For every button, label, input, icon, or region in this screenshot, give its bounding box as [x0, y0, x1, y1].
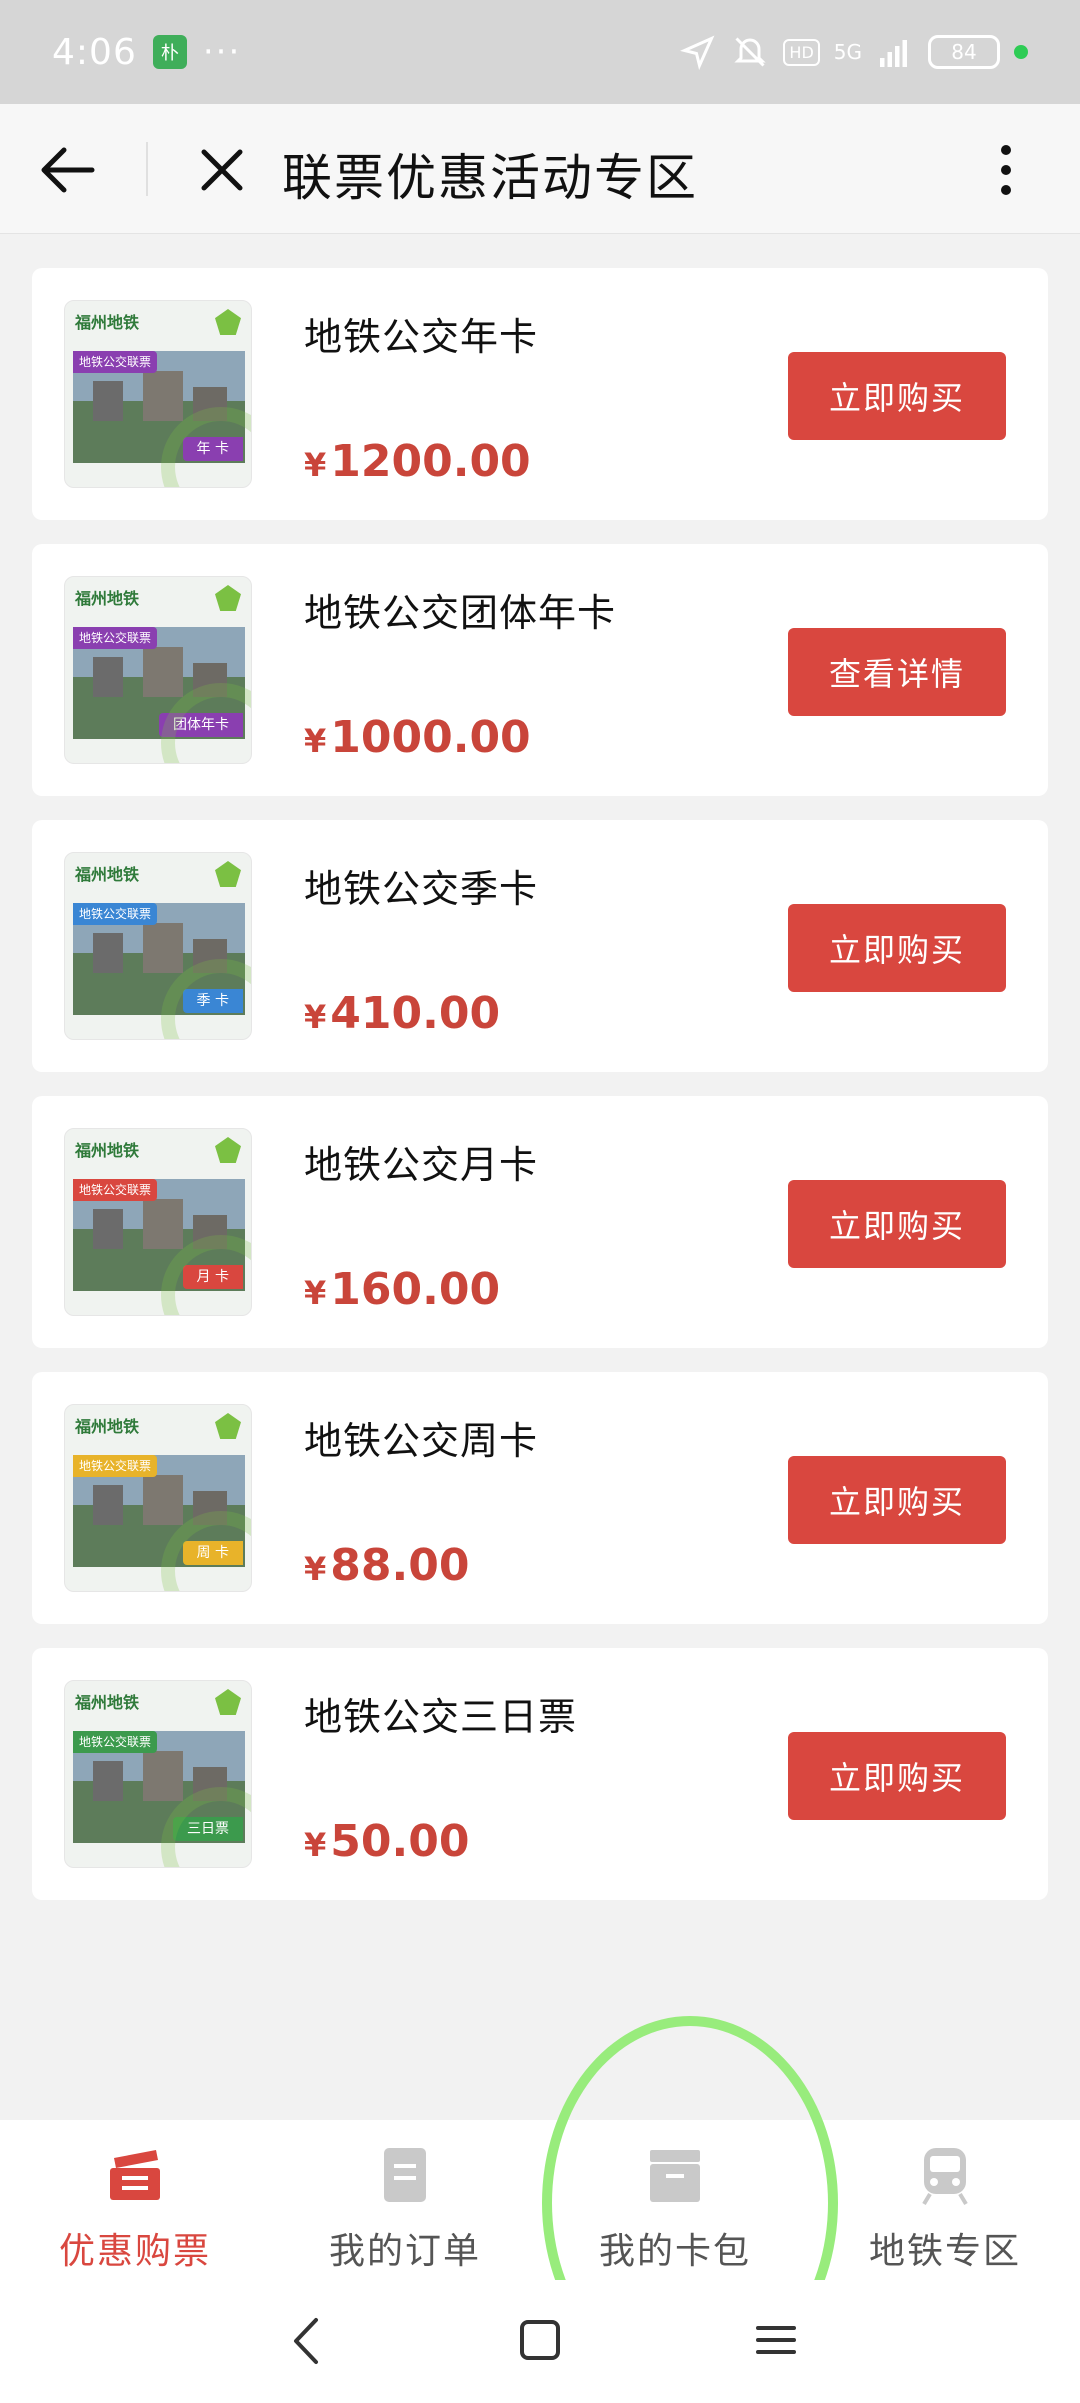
product-thumbnail: 福州地铁 地铁公交联票 三日票: [64, 1680, 252, 1868]
tab-metro-zone[interactable]: 地铁专区: [810, 2120, 1080, 2280]
currency-symbol: ¥: [304, 446, 327, 484]
badge-icon: [215, 861, 241, 887]
thumb-strip-label: 地铁公交联票: [73, 1179, 158, 1201]
status-dot: [1014, 45, 1028, 59]
tab-label: 地铁专区: [868, 2231, 1021, 2272]
product-price: ¥1200.00: [304, 436, 531, 487]
thumb-strip-label: 地铁公交联票: [73, 903, 158, 925]
tab-discount-tickets[interactable]: 优惠购票: [0, 2120, 270, 2280]
metro-logo: 福州地铁: [75, 865, 140, 884]
tab-label: 优惠购票: [58, 2231, 211, 2272]
metro-logo: 福州地铁: [75, 313, 140, 332]
back-arrow-icon[interactable]: [36, 138, 100, 202]
more-notifications-icon: ···: [202, 32, 242, 72]
currency-symbol: ¥: [304, 1550, 327, 1588]
mute-icon: [731, 33, 769, 71]
product-thumbnail: 福州地铁 地铁公交联票 周 卡: [64, 1404, 252, 1592]
buy-now-button[interactable]: 立即购买: [788, 904, 1006, 992]
product-price: ¥160.00: [304, 1264, 500, 1315]
product-title: 地铁公交月卡: [304, 1143, 539, 1187]
price-value: 88.00: [330, 1540, 470, 1591]
badge-icon: [215, 309, 241, 335]
product-thumbnail: 福州地铁 地铁公交联票 季 卡: [64, 852, 252, 1040]
system-nav-bar: [0, 2280, 1080, 2403]
price-value: 1200.00: [330, 436, 531, 487]
badge-icon: [215, 1137, 241, 1163]
battery-icon: 84: [928, 35, 1000, 69]
product-card[interactable]: 福州地铁 地铁公交联票 季 卡 地铁公交季卡 ¥410.00 立即购买: [32, 820, 1048, 1072]
signal-bars-icon: [876, 33, 914, 71]
close-icon[interactable]: [192, 140, 252, 200]
product-title: 地铁公交三日票: [304, 1695, 578, 1739]
price-value: 1000.00: [330, 712, 531, 763]
bottom-tab-bar: 优惠购票 我的订单 我的卡包 地铁专区: [0, 2120, 1080, 2280]
product-price: ¥410.00: [304, 988, 500, 1039]
metro-logo: 福州地铁: [75, 1417, 140, 1436]
badge-icon: [215, 1689, 241, 1715]
product-title: 地铁公交周卡: [304, 1419, 539, 1463]
view-details-button[interactable]: 查看详情: [788, 628, 1006, 716]
metro-logo: 福州地铁: [75, 589, 140, 608]
product-thumbnail: 福州地铁 地铁公交联票 团体年卡: [64, 576, 252, 764]
nav-divider: [146, 142, 148, 196]
currency-symbol: ¥: [304, 1274, 327, 1312]
product-price: ¥50.00: [304, 1816, 469, 1867]
product-title: 地铁公交团体年卡: [304, 591, 617, 635]
hd-badge: HD: [783, 38, 820, 66]
buy-now-button[interactable]: 立即购买: [788, 352, 1006, 440]
system-home-icon[interactable]: [516, 2316, 564, 2364]
currency-symbol: ¥: [304, 998, 327, 1036]
price-value: 160.00: [330, 1264, 501, 1315]
product-card[interactable]: 福州地铁 地铁公交联票 周 卡 地铁公交周卡 ¥88.00 立即购买: [32, 1372, 1048, 1624]
buy-now-button[interactable]: 立即购买: [788, 1456, 1006, 1544]
product-title: 地铁公交季卡: [304, 867, 539, 911]
signal-label: 5G: [833, 40, 862, 64]
product-price: ¥1000.00: [304, 712, 531, 763]
currency-symbol: ¥: [304, 1826, 327, 1864]
badge-icon: [215, 585, 241, 611]
price-value: 50.00: [330, 1816, 470, 1867]
thumb-strip-label: 地铁公交联票: [73, 627, 158, 649]
system-back-icon[interactable]: [286, 2314, 326, 2368]
more-options-icon[interactable]: [984, 138, 1028, 202]
ticket-icon: [110, 2150, 160, 2200]
buy-now-button[interactable]: 立即购买: [788, 1732, 1006, 1820]
thumb-strip-label: 地铁公交联票: [73, 1731, 158, 1753]
status-time: 4:06: [52, 31, 137, 73]
product-card[interactable]: 福州地铁 地铁公交联票 月 卡 地铁公交月卡 ¥160.00 立即购买: [32, 1096, 1048, 1348]
product-thumbnail: 福州地铁 地铁公交联票 月 卡: [64, 1128, 252, 1316]
product-thumbnail: 福州地铁 地铁公交联票 年 卡: [64, 300, 252, 488]
product-card[interactable]: 福州地铁 地铁公交联票 三日票 地铁公交三日票 ¥50.00 立即购买: [32, 1648, 1048, 1900]
metro-logo: 福州地铁: [75, 1141, 140, 1160]
product-title: 地铁公交年卡: [304, 315, 539, 359]
status-bar: 4:06 朴 ··· HD 5G 84: [0, 0, 1080, 104]
tab-label: 我的订单: [328, 2231, 481, 2272]
location-icon: [679, 33, 717, 71]
status-right: HD 5G 84: [679, 33, 1028, 71]
train-icon: [922, 2148, 968, 2206]
badge-icon: [215, 1413, 241, 1439]
currency-symbol: ¥: [304, 722, 327, 760]
buy-now-button[interactable]: 立即购买: [788, 1180, 1006, 1268]
order-icon: [384, 2148, 426, 2202]
thumb-strip-label: 地铁公交联票: [73, 351, 158, 373]
tab-my-orders[interactable]: 我的订单: [270, 2120, 540, 2280]
page-title: 联票优惠活动专区: [282, 149, 698, 207]
app-notification-icon: 朴: [152, 35, 187, 69]
product-price: ¥88.00: [304, 1540, 469, 1591]
status-left: 4:06 朴 ···: [52, 32, 241, 73]
system-menu-icon[interactable]: [752, 2320, 800, 2360]
product-card[interactable]: 福州地铁 地铁公交联票 年 卡 地铁公交年卡 ¥1200.00 立即购买: [32, 268, 1048, 520]
price-value: 410.00: [330, 988, 501, 1039]
product-card[interactable]: 福州地铁 地铁公交联票 团体年卡 地铁公交团体年卡 ¥1000.00 查看详情: [32, 544, 1048, 796]
top-navbar: 联票优惠活动专区: [0, 104, 1080, 234]
thumb-strip-label: 地铁公交联票: [73, 1455, 158, 1477]
metro-logo: 福州地铁: [75, 1693, 140, 1712]
